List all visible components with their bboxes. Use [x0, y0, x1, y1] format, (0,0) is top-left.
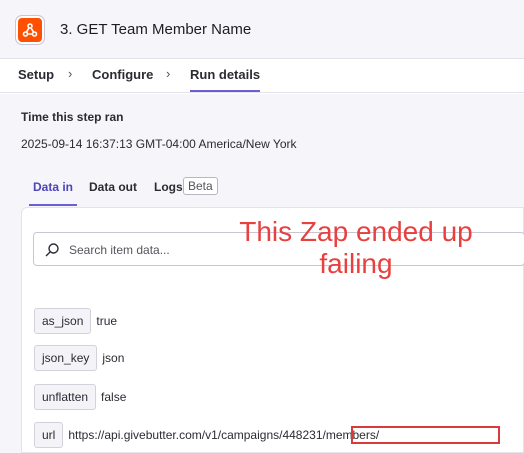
webhook-icon — [18, 18, 42, 42]
breadcrumb: Setup › Configure › Run details — [0, 59, 524, 93]
data-tabs: Data in Data out Logs Beta — [21, 167, 524, 207]
time-ran-label: Time this step ran — [21, 110, 124, 124]
app-icon-frame — [15, 15, 45, 45]
crumb-run-details[interactable]: Run details — [190, 67, 261, 92]
tab-logs[interactable]: Logs — [154, 180, 183, 194]
item-value: true — [96, 314, 118, 328]
tab-data-in[interactable]: Data in — [33, 180, 73, 194]
step-header: 3. GET Team Member Name — [0, 0, 524, 59]
annotation-highlight-box — [351, 426, 500, 444]
tab-data-out[interactable]: Data out — [89, 180, 137, 194]
chevron-right-icon: › — [166, 66, 171, 81]
step-title: 3. GET Team Member Name — [60, 21, 252, 38]
item-key[interactable]: unflatten — [34, 384, 97, 410]
item-key[interactable]: as_json — [34, 308, 92, 334]
list-item: url https://api.givebutter.com/v1/campai… — [34, 421, 379, 449]
list-item: as_json true — [34, 307, 117, 335]
crumb-setup[interactable]: Setup — [18, 67, 54, 82]
crumb-configure[interactable]: Configure — [92, 67, 153, 82]
time-ran-value: 2025-09-14 16:37:13 GMT-04:00 America/Ne… — [21, 137, 297, 151]
item-value: https://api.givebutter.com/v1/campaigns/… — [68, 428, 380, 442]
search-icon — [45, 243, 59, 257]
annotation-text: This Zap ended up failing — [239, 216, 473, 279]
chevron-right-icon: › — [68, 66, 73, 81]
item-key[interactable]: url — [34, 422, 64, 448]
item-value: json — [102, 351, 125, 365]
item-value: false — [101, 390, 127, 404]
item-key[interactable]: json_key — [34, 345, 98, 371]
active-tab-indicator — [29, 204, 77, 206]
list-item: json_key json — [34, 344, 124, 372]
list-item: unflatten false — [34, 383, 126, 411]
beta-badge: Beta — [183, 177, 218, 195]
